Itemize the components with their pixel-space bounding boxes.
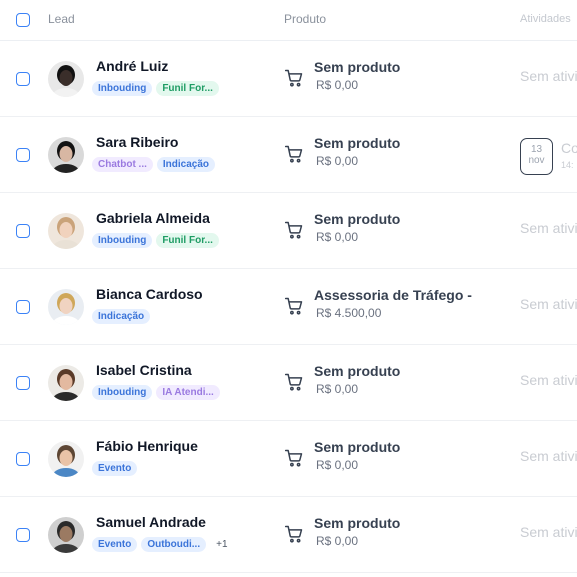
- activity-status: Sem ativi: [520, 220, 577, 236]
- product-price: R$ 0,00: [316, 382, 359, 396]
- avatar[interactable]: [48, 517, 84, 553]
- shopping-cart-icon: [284, 296, 304, 316]
- product-name[interactable]: Sem produto: [314, 515, 400, 531]
- activity-status: Sem ativi: [520, 296, 577, 312]
- column-header-lead[interactable]: Lead: [48, 12, 75, 26]
- product-name[interactable]: Sem produto: [314, 135, 400, 151]
- lead-tags: Inbouding Funil For...: [92, 81, 219, 96]
- product-price: R$ 0,00: [316, 154, 359, 168]
- row-checkbox[interactable]: [16, 300, 30, 314]
- product-price: R$ 4.500,00: [316, 306, 382, 320]
- table-row[interactable]: Isabel Cristina Inbouding IA Atendi... Sem …: [0, 346, 577, 421]
- lead-tags: Inbouding IA Atendi...: [92, 385, 220, 400]
- tag-badge[interactable]: Chatbot ...: [92, 157, 153, 172]
- avatar[interactable]: [48, 441, 84, 477]
- column-header-atividades[interactable]: Atividades: [520, 13, 571, 25]
- shopping-cart-icon: [284, 144, 304, 164]
- tag-badge[interactable]: Inbouding: [92, 81, 153, 96]
- lead-name[interactable]: Gabriela Almeida: [96, 210, 210, 226]
- shopping-cart-icon: [284, 68, 304, 88]
- activity-time: 14:: [561, 160, 574, 170]
- table-row[interactable]: Gabriela Almeida Inbouding Funil For... Sem…: [0, 194, 577, 269]
- lead-name[interactable]: André Luiz: [96, 58, 168, 74]
- select-all-checkbox[interactable]: [16, 13, 30, 27]
- lead-tags: Inbouding Funil For...: [92, 233, 219, 248]
- row-checkbox[interactable]: [16, 376, 30, 390]
- table-row[interactable]: André Luiz Inbouding Funil For... Sem produ…: [0, 42, 577, 117]
- tag-badge[interactable]: Funil For...: [156, 81, 219, 96]
- row-checkbox[interactable]: [16, 148, 30, 162]
- lead-name[interactable]: Sara Ribeiro: [96, 134, 178, 150]
- product-name[interactable]: Sem produto: [314, 59, 400, 75]
- lead-name[interactable]: Bianca Cardoso: [96, 286, 203, 302]
- shopping-cart-icon: [284, 372, 304, 392]
- product-name[interactable]: Sem produto: [314, 211, 400, 227]
- product-price: R$ 0,00: [316, 534, 359, 548]
- activity-status: Sem ativi: [520, 68, 577, 84]
- lead-tags: Indicação: [92, 309, 151, 324]
- lead-name[interactable]: Fábio Henrique: [96, 438, 198, 454]
- tag-badge[interactable]: Inbouding: [92, 385, 153, 400]
- tag-badge[interactable]: Evento: [92, 537, 138, 552]
- product-name[interactable]: Assessoria de Tráfego -: [314, 287, 472, 303]
- row-checkbox[interactable]: [16, 224, 30, 238]
- product-name[interactable]: Sem produto: [314, 363, 400, 379]
- product-price: R$ 0,00: [316, 458, 359, 472]
- table-row[interactable]: Samuel Andrade Evento Outboudi... +1 Sem pro…: [0, 498, 577, 573]
- more-tags-count[interactable]: +1: [216, 539, 227, 550]
- tag-badge[interactable]: Evento: [92, 461, 138, 476]
- lead-tags: Chatbot ... Indicação: [92, 157, 216, 172]
- avatar[interactable]: [48, 365, 84, 401]
- table-row[interactable]: Fábio Henrique Evento Sem produto R$ 0,00 Se…: [0, 422, 577, 497]
- row-checkbox[interactable]: [16, 452, 30, 466]
- row-checkbox[interactable]: [16, 72, 30, 86]
- tag-badge[interactable]: Indicação: [92, 309, 151, 324]
- activity-status: Sem ativi: [520, 372, 577, 388]
- table-row[interactable]: Sara Ribeiro Chatbot ... Indicação Sem prod…: [0, 118, 577, 193]
- activity-status: Sem ativi: [520, 448, 577, 464]
- shopping-cart-icon: [284, 220, 304, 240]
- lead-name[interactable]: Samuel Andrade: [96, 514, 206, 530]
- table-header: Lead Produto Atividades: [0, 0, 577, 41]
- tag-badge[interactable]: Indicação: [156, 157, 216, 172]
- lead-tags: Evento Outboudi... +1: [92, 537, 228, 552]
- activity-date-month: nov: [528, 155, 545, 166]
- product-price: R$ 0,00: [316, 230, 359, 244]
- activity-date-day: 13: [530, 144, 543, 155]
- tag-badge[interactable]: Inbouding: [92, 233, 153, 248]
- avatar[interactable]: [48, 137, 84, 173]
- product-price: R$ 0,00: [316, 78, 359, 92]
- table-row[interactable]: Bianca Cardoso Indicação Assessoria de Trá…: [0, 270, 577, 345]
- lead-tags: Evento: [92, 461, 138, 476]
- shopping-cart-icon: [284, 524, 304, 544]
- lead-name[interactable]: Isabel Cristina: [96, 362, 192, 378]
- tag-badge[interactable]: Funil For...: [156, 233, 219, 248]
- avatar[interactable]: [48, 213, 84, 249]
- activity-status: Sem ativi: [520, 524, 577, 540]
- activity-title[interactable]: Co: [561, 140, 577, 156]
- shopping-cart-icon: [284, 448, 304, 468]
- avatar[interactable]: [48, 289, 84, 325]
- tag-badge[interactable]: Outboudi...: [141, 537, 207, 552]
- tag-badge[interactable]: IA Atendi...: [156, 385, 220, 400]
- activity-date-badge[interactable]: 13 nov: [520, 138, 553, 175]
- product-name[interactable]: Sem produto: [314, 439, 400, 455]
- avatar[interactable]: [48, 61, 84, 97]
- row-checkbox[interactable]: [16, 528, 30, 542]
- column-header-produto[interactable]: Produto: [284, 12, 326, 26]
